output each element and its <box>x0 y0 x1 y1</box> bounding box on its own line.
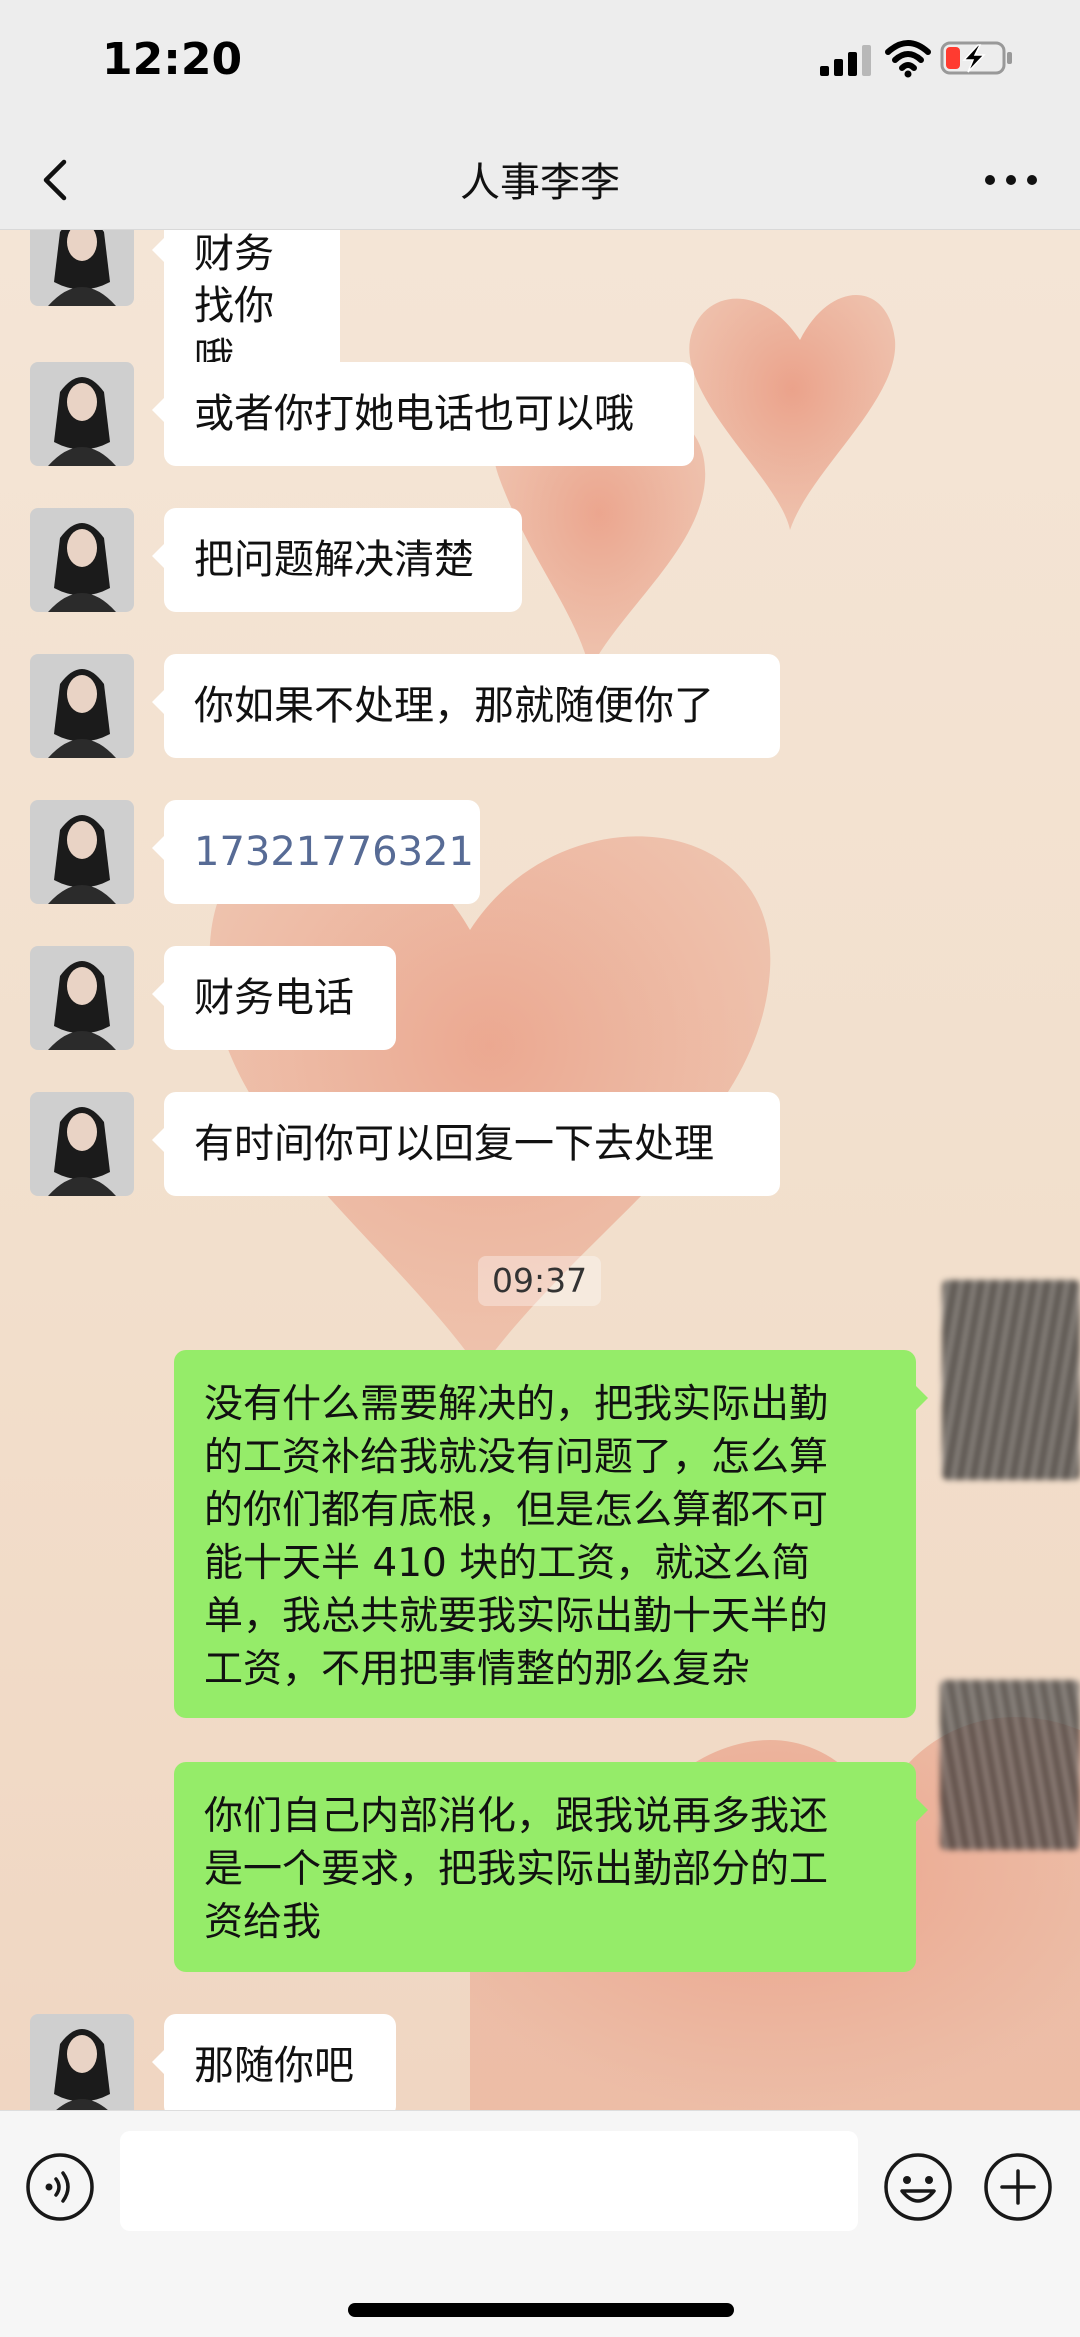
message-line: 是一个要求，把我实际出勤部分的工 <box>204 1847 829 1892</box>
phone-number-link[interactable]: 17321776321 <box>194 829 474 875</box>
message-text: 或者你打她电话也可以哦 <box>194 391 634 437</box>
battery-charging-icon <box>940 41 1012 75</box>
status-time: 12:20 <box>102 34 243 85</box>
message-text: 财务找你哦 <box>194 231 274 381</box>
message-text: 把问题解决清楚 <box>194 537 474 583</box>
message-timestamp: 09:37 <box>478 1256 602 1306</box>
message-bubble[interactable]: 把问题解决清楚 <box>152 508 522 612</box>
message-input[interactable] <box>120 2131 858 2231</box>
message-bubble[interactable]: 财务电话 <box>152 946 396 1050</box>
message-text: 有时间你可以回复一下去处理 <box>194 1121 714 1167</box>
message-line: 能十天半 410 块的工资，就这么简 <box>204 1541 811 1586</box>
message-line: 资给我 <box>204 1900 322 1945</box>
avatar[interactable] <box>30 946 134 1050</box>
redaction-scribble <box>942 1280 1080 1480</box>
message-line: 没有什么需要解决的，把我实际出勤 <box>204 1382 829 1427</box>
message-bubble[interactable]: 你如果不处理，那就随便你了 <box>152 654 780 758</box>
avatar[interactable] <box>30 654 134 758</box>
chat-screen: 12:20 人事李李 财务找你哦 或者你打她电话也可以哦 把问题解决清楚 你如果… <box>0 0 1080 2337</box>
wifi-icon <box>885 40 931 78</box>
voice-icon[interactable] <box>24 2151 96 2223</box>
signal-icon <box>820 45 871 76</box>
message-bubble[interactable]: 17321776321 <box>152 800 480 904</box>
outgoing-message-bubble[interactable]: 没有什么需要解决的，把我实际出勤 的工资补给我就没有问题了，怎么算 的你们都有底… <box>174 1350 928 1718</box>
message-line: 工资，不用把事情整的那么复杂 <box>204 1647 751 1692</box>
chat-title: 人事李李 <box>460 160 620 206</box>
avatar[interactable] <box>30 2014 134 2110</box>
message-bubble[interactable]: 或者你打她电话也可以哦 <box>152 362 694 466</box>
status-bar: 12:20 <box>0 0 1080 130</box>
avatar[interactable] <box>30 230 134 306</box>
message-line: 的你们都有底根，但是怎么算都不可 <box>204 1488 829 1533</box>
redaction-scribble <box>940 1680 1080 1850</box>
outgoing-message-bubble[interactable]: 你们自己内部消化，跟我说再多我还 是一个要求，把我实际出勤部分的工 资给我 <box>174 1762 928 1972</box>
message-bubble[interactable]: 那随你吧 <box>152 2014 396 2110</box>
more-icon[interactable] <box>980 158 1042 202</box>
plus-icon[interactable] <box>982 2151 1054 2223</box>
chat-area[interactable]: 财务找你哦 或者你打她电话也可以哦 把问题解决清楚 你如果不处理，那就随便你了 … <box>0 230 1080 2110</box>
message-line: 你们自己内部消化，跟我说再多我还 <box>204 1794 829 1839</box>
avatar[interactable] <box>30 800 134 904</box>
input-bar <box>0 2110 1080 2337</box>
message-line: 单，我总共就要我实际出勤十天半的 <box>204 1594 829 1639</box>
home-indicator <box>348 2303 734 2317</box>
message-text: 你如果不处理，那就随便你了 <box>194 683 714 729</box>
message-bubble[interactable]: 有时间你可以回复一下去处理 <box>152 1092 780 1196</box>
nav-bar: 人事李李 <box>0 130 1080 230</box>
avatar[interactable] <box>30 1092 134 1196</box>
emoji-icon[interactable] <box>882 2151 954 2223</box>
avatar[interactable] <box>30 508 134 612</box>
message-text: 那随你吧 <box>194 2043 354 2089</box>
message-text: 财务电话 <box>194 975 354 1021</box>
message-line: 的工资补给我就没有问题了，怎么算 <box>204 1435 829 1480</box>
avatar[interactable] <box>30 362 134 466</box>
